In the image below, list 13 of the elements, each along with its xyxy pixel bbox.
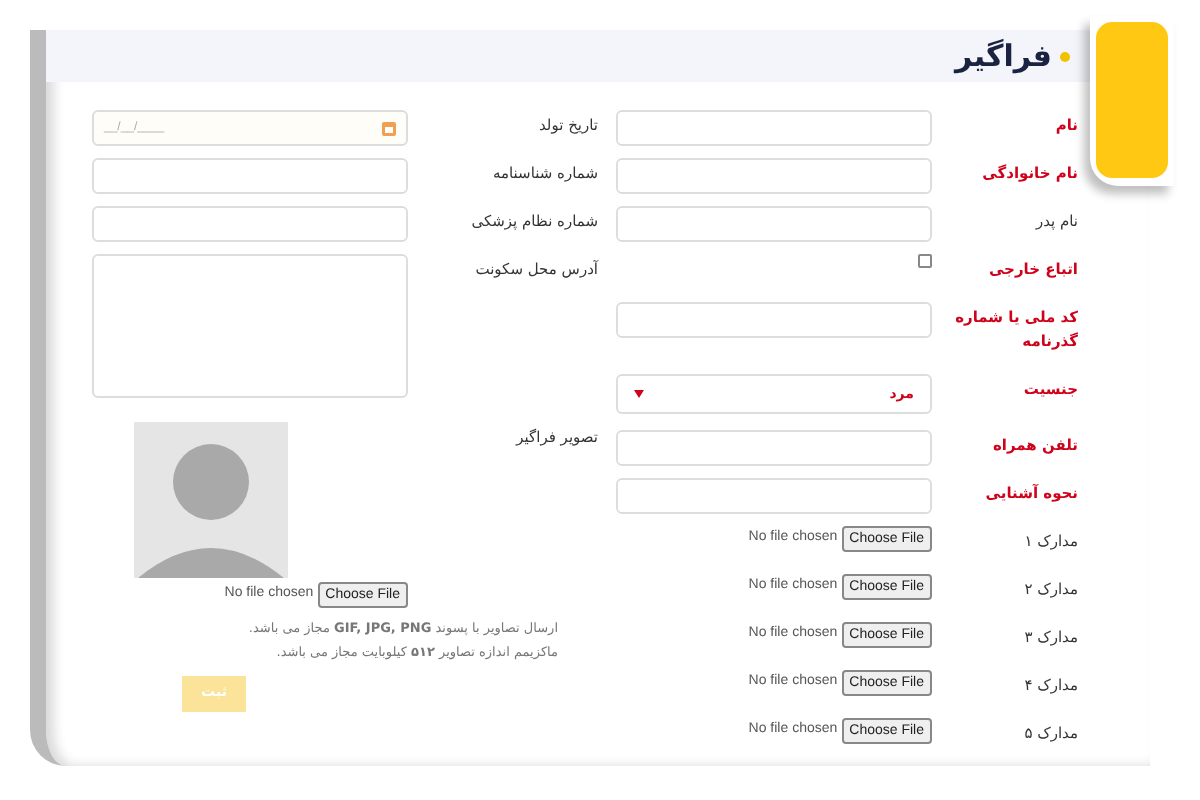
text-field[interactable] <box>616 478 932 514</box>
checkbox[interactable] <box>918 254 932 268</box>
calendar-icon <box>382 121 396 135</box>
text-field[interactable] <box>616 158 932 194</box>
text-field[interactable] <box>616 110 932 146</box>
text-field[interactable] <box>616 302 932 338</box>
text-field[interactable] <box>616 206 932 242</box>
text-field[interactable] <box>92 206 408 242</box>
dropdown-caret-icon <box>634 390 644 398</box>
page-title: فراگیر <box>955 35 1052 78</box>
address-textarea[interactable] <box>92 254 408 398</box>
text-field[interactable] <box>616 430 932 466</box>
text-field[interactable] <box>92 158 408 194</box>
